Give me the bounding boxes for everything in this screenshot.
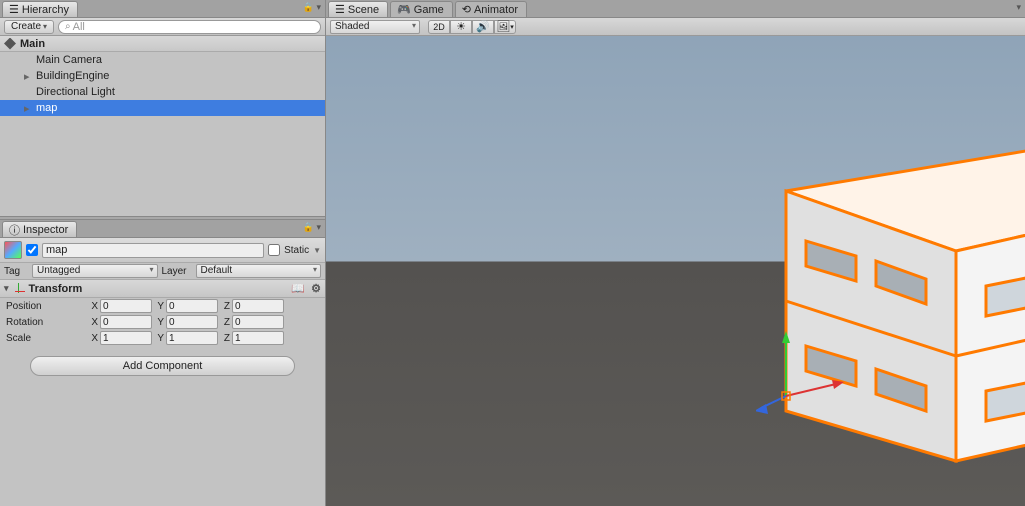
scene-row[interactable]: Main▾☰ — [0, 36, 325, 52]
layer-label: Layer — [162, 266, 192, 277]
scene-name: Main — [20, 38, 45, 50]
y-input[interactable] — [166, 299, 218, 313]
layer-dropdown[interactable]: Default — [196, 264, 322, 278]
tab-label: Animator — [474, 4, 518, 16]
component-title: Transform — [29, 283, 83, 295]
hierarchy-item[interactable]: Directional Light — [0, 84, 325, 100]
scene-icon: ☰ — [335, 3, 345, 16]
info-icon: ⓘ — [9, 222, 20, 238]
hierarchy-search-input[interactable]: All — [58, 20, 321, 34]
hierarchy-item[interactable]: BuildingEngine — [0, 68, 325, 84]
z-input[interactable] — [232, 299, 284, 313]
active-checkbox[interactable] — [26, 244, 38, 256]
gameobject-icon[interactable] — [4, 241, 22, 259]
component-help-icon[interactable]: 📖 — [291, 282, 305, 295]
hierarchy-item[interactable]: map — [0, 100, 325, 116]
tag-label: Tag — [4, 266, 28, 277]
property-label: Scale — [6, 333, 86, 344]
hierarchy-tabs: ☰Hierarchy 🔒 ▾ — [0, 0, 325, 18]
shading-dropdown[interactable]: Shaded — [330, 20, 420, 34]
search-placeholder: All — [73, 21, 85, 33]
transform-icon — [13, 283, 25, 295]
x-input[interactable] — [100, 331, 152, 345]
tab-label: Game — [414, 4, 444, 16]
tag-dropdown[interactable]: Untagged — [32, 264, 158, 278]
tab-game[interactable]: 🎮Game — [390, 1, 453, 17]
transform-position-row: PositionXYZ — [0, 298, 325, 314]
scene-toolbar: Shaded 2D ☀ 🔊 🖼▾ — [326, 18, 1025, 36]
building-model[interactable] — [756, 111, 1025, 471]
property-label: Rotation — [6, 317, 86, 328]
gameobject-header: Static ▼ — [0, 238, 325, 263]
audio-toggle[interactable]: 🔊 — [472, 20, 494, 34]
transform-header[interactable]: Transform 📖 ⚙ — [0, 279, 325, 298]
inspector-tab[interactable]: ⓘInspector — [2, 221, 77, 237]
tab-label: Scene — [348, 4, 379, 16]
tab-label: Hierarchy — [22, 4, 69, 16]
fx-toggle[interactable]: 🖼▾ — [494, 20, 516, 34]
y-input[interactable] — [166, 315, 218, 329]
create-button[interactable]: Create — [4, 20, 54, 34]
image-icon: 🖼 — [496, 20, 510, 33]
sun-icon: ☀ — [456, 20, 466, 33]
speaker-icon: 🔊 — [476, 20, 490, 33]
panel-menu-icon[interactable]: ▾ — [1016, 2, 1021, 13]
x-input[interactable] — [100, 299, 152, 313]
lighting-toggle[interactable]: ☀ — [450, 20, 472, 34]
static-dropdown-icon[interactable]: ▼ — [313, 246, 321, 255]
hierarchy-tree[interactable]: Main▾☰ Main CameraBuildingEngineDirectio… — [0, 36, 325, 216]
2d-toggle[interactable]: 2D — [428, 20, 450, 34]
component-gear-icon[interactable]: ⚙ — [311, 282, 321, 295]
tag-layer-row: Tag Untagged Layer Default — [0, 263, 325, 279]
tab-animator[interactable]: ⟲Animator — [455, 1, 527, 17]
list-icon: ☰ — [9, 3, 19, 16]
static-label: Static — [284, 245, 309, 256]
scene-tabs: ☰Scene 🎮Game ⟲Animator ▾ — [326, 0, 1025, 18]
y-input[interactable] — [166, 331, 218, 345]
transform-rotation-row: RotationXYZ — [0, 314, 325, 330]
transform-scale-row: ScaleXYZ — [0, 330, 325, 346]
x-input[interactable] — [100, 315, 152, 329]
add-component-button[interactable]: Add Component — [30, 356, 295, 376]
gameobject-name-input[interactable] — [42, 243, 264, 258]
z-input[interactable] — [232, 315, 284, 329]
game-icon: 🎮 — [397, 3, 411, 16]
tab-scene[interactable]: ☰Scene — [328, 1, 388, 17]
hierarchy-tab[interactable]: ☰Hierarchy — [2, 1, 78, 17]
static-checkbox[interactable] — [268, 244, 280, 256]
property-label: Position — [6, 301, 86, 312]
scene-viewport[interactable] — [326, 36, 1025, 506]
z-input[interactable] — [232, 331, 284, 345]
tab-label: Inspector — [23, 224, 68, 236]
animator-icon: ⟲ — [462, 3, 471, 16]
hierarchy-toolbar: Create All — [0, 18, 325, 36]
hierarchy-item[interactable]: Main Camera — [0, 52, 325, 68]
panel-menu-icon[interactable]: 🔒 ▾ — [303, 2, 321, 13]
panel-menu-icon[interactable]: 🔒 ▾ — [303, 222, 321, 233]
inspector-tabs: ⓘInspector 🔒 ▾ — [0, 220, 325, 238]
